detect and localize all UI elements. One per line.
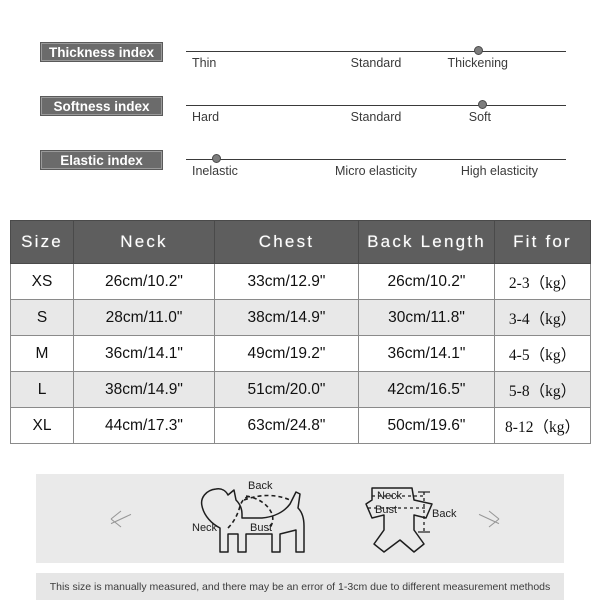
- slider-label-standard: Standard: [350, 110, 402, 124]
- cell-fit: 4-5（kg）: [494, 335, 591, 372]
- measurement-diagram-panel: Back Neck Bust Neck Bust Back: [36, 474, 564, 563]
- cell-size: M: [10, 335, 74, 372]
- slider-label-high-elasticity: High elasticity: [460, 164, 538, 178]
- cell-size: XL: [10, 407, 74, 444]
- slider-track: [186, 105, 566, 106]
- cell-back: 30cm/11.8": [358, 299, 495, 336]
- cell-back: 42cm/16.5": [358, 371, 495, 408]
- slider-thumb-softness[interactable]: [477, 100, 487, 110]
- garment-measurement-figure: Neck Bust Back: [328, 478, 468, 560]
- cell-size: S: [10, 299, 74, 336]
- cell-chest: 63cm/24.8": [214, 407, 359, 444]
- cell-chest: 38cm/14.9": [214, 299, 359, 336]
- cell-neck: 44cm/17.3": [73, 407, 215, 444]
- arrow-left-icon[interactable]: [108, 506, 134, 532]
- cell-fit: 5-8（kg）: [494, 371, 591, 408]
- index-row-thickness: Thickness index Thin Standard Thickening: [0, 42, 600, 100]
- cell-neck: 38cm/14.9": [73, 371, 215, 408]
- measurement-disclaimer: This size is manually measured, and ther…: [36, 573, 564, 600]
- slider-label-thickening: Thickening: [447, 56, 508, 70]
- cell-chest: 51cm/20.0": [214, 371, 359, 408]
- header-fit-for: Fit for: [494, 220, 591, 264]
- cell-back: 50cm/19.6": [358, 407, 495, 444]
- cell-back: 26cm/10.2": [358, 263, 495, 300]
- slider-label-soft: Soft: [468, 110, 491, 124]
- slider-track: [186, 159, 566, 160]
- disclaimer-text: This size is manually measured, and ther…: [49, 580, 551, 593]
- index-row-elastic: Elastic index Inelastic Micro elasticity…: [0, 150, 600, 208]
- index-row-softness: Softness index Hard Standard Soft: [0, 96, 600, 154]
- cell-fit: 2-3（kg）: [494, 263, 591, 300]
- cell-size: XS: [10, 263, 74, 300]
- slider-softness[interactable]: Hard Standard Soft: [186, 96, 566, 136]
- index-badge-elastic: Elastic index: [40, 150, 163, 170]
- table-row: XS 26cm/10.2" 33cm/12.9" 26cm/10.2" 2-3（…: [10, 263, 591, 300]
- cell-back: 36cm/14.1": [358, 335, 495, 372]
- dog-label-back: Back: [248, 480, 273, 492]
- table-row: M 36cm/14.1" 49cm/19.2" 36cm/14.1" 4-5（k…: [10, 335, 591, 372]
- header-back-length: Back Length: [358, 220, 495, 264]
- slider-label-hard: Hard: [192, 110, 220, 124]
- slider-labels-thickness: Thin Standard Thickening: [186, 56, 566, 78]
- table-row: XL 44cm/17.3" 63cm/24.8" 50cm/19.6" 8-12…: [10, 407, 591, 444]
- index-section: Thickness index Thin Standard Thickening…: [0, 0, 600, 200]
- slider-label-standard: Standard: [350, 56, 402, 70]
- table-row: L 38cm/14.9" 51cm/20.0" 42cm/16.5" 5-8（k…: [10, 371, 591, 408]
- slider-thumb-elastic[interactable]: [211, 154, 221, 164]
- cell-neck: 28cm/11.0": [73, 299, 215, 336]
- cell-fit: 8-12（kg）: [494, 407, 591, 444]
- dog-label-bust: Bust: [250, 522, 273, 534]
- table-header-row: Size Neck Chest Back Length Fit for: [10, 220, 591, 264]
- cell-fit: 3-4（kg）: [494, 299, 591, 336]
- size-chart-table: Size Neck Chest Back Length Fit for XS 2…: [10, 220, 591, 444]
- slider-label-micro-elasticity: Micro elasticity: [335, 164, 417, 178]
- slider-track: [186, 51, 566, 52]
- header-size: Size: [10, 220, 74, 264]
- arrow-right-icon[interactable]: [476, 506, 502, 532]
- cell-neck: 36cm/14.1": [73, 335, 215, 372]
- table-row: S 28cm/11.0" 38cm/14.9" 30cm/11.8" 3-4（k…: [10, 299, 591, 336]
- garment-label-bust: Bust: [375, 504, 398, 516]
- slider-thumb-thickness[interactable]: [474, 46, 484, 56]
- header-neck: Neck: [73, 220, 215, 264]
- slider-label-thin: Thin: [192, 56, 217, 70]
- slider-labels-elastic: Inelastic Micro elasticity High elastici…: [186, 164, 566, 186]
- slider-labels-softness: Hard Standard Soft: [186, 110, 566, 132]
- header-chest: Chest: [214, 220, 359, 264]
- dog-measurement-figure: Back Neck Bust: [184, 478, 324, 560]
- garment-label-neck: Neck: [377, 490, 403, 502]
- slider-label-inelastic: Inelastic: [192, 164, 238, 178]
- slider-elastic[interactable]: Inelastic Micro elasticity High elastici…: [186, 150, 566, 190]
- cell-size: L: [10, 371, 74, 408]
- dog-label-neck: Neck: [192, 522, 218, 534]
- cell-chest: 49cm/19.2": [214, 335, 359, 372]
- index-badge-softness: Softness index: [40, 96, 163, 116]
- index-badge-thickness: Thickness index: [40, 42, 163, 62]
- cell-chest: 33cm/12.9": [214, 263, 359, 300]
- cell-neck: 26cm/10.2": [73, 263, 215, 300]
- slider-thickness[interactable]: Thin Standard Thickening: [186, 42, 566, 82]
- garment-label-back: Back: [432, 508, 457, 520]
